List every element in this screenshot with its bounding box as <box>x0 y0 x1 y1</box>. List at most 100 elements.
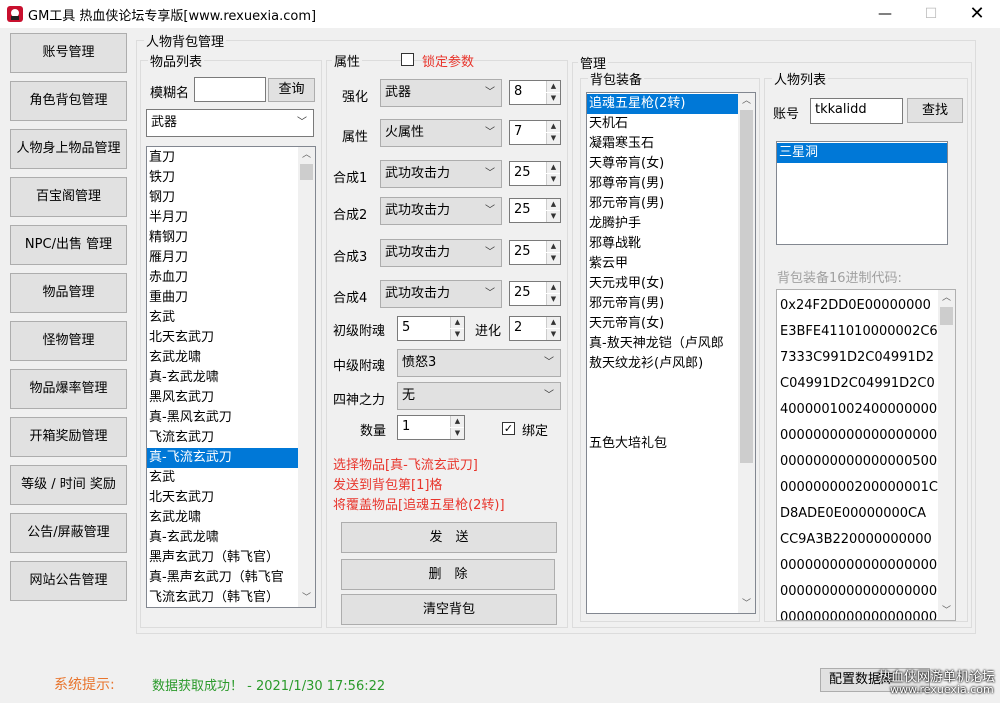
attr-select[interactable]: 火属性 ﹀ <box>380 119 502 147</box>
attr-spinner[interactable]: 8 ▲ ▼ <box>509 80 561 105</box>
scroll-thumb[interactable] <box>940 307 953 325</box>
bag-list-entry[interactable]: 天尊帝肓(女) <box>587 154 755 174</box>
attr-spinner[interactable]: 25 ▲ ▼ <box>509 161 561 186</box>
item-listbox[interactable]: 直刀 铁刀 钢刀 半月刀 精钢刀 雁月刀 赤血刀 重曲刀 玄武 北天玄武刀 玄武龙啸 真-玄武龙啸 黑风… <box>146 146 316 608</box>
lock-checkbox[interactable] <box>401 53 414 66</box>
scroll-thumb[interactable] <box>300 164 313 180</box>
bag-list-entry[interactable]: 五色大培礼包 <box>587 434 755 454</box>
nav-button[interactable]: 物品管理 <box>10 273 127 313</box>
nav-button[interactable]: 账号管理 <box>10 33 127 73</box>
scroll-thumb[interactable] <box>740 110 753 463</box>
spin-down-icon[interactable]: ▼ <box>546 133 560 144</box>
nav-button[interactable]: NPC/出售 管理 <box>10 225 127 265</box>
fuzzy-input[interactable] <box>194 77 266 102</box>
item-list-entry[interactable]: 半月刀 <box>147 208 315 228</box>
scroll-up-icon[interactable]: ︿ <box>738 93 755 110</box>
attr-spinner[interactable]: 25 ▲ ▼ <box>509 281 561 306</box>
spin-up-icon[interactable]: ▲ <box>546 241 560 252</box>
hex-scrollbar[interactable]: ︿ ﹀ <box>938 290 955 620</box>
scroll-down-icon[interactable]: ﹀ <box>938 603 955 620</box>
item-list-entry[interactable]: 飞流玄武刀（韩飞官） <box>147 588 315 607</box>
mid-soul-select[interactable]: 愤怒3 ﹀ <box>397 349 561 377</box>
bag-list-entry[interactable]: 敖天纹龙衫(卢风郎) <box>587 354 755 374</box>
spin-down-icon[interactable]: ▼ <box>546 93 560 104</box>
delete-button[interactable]: 删 除 <box>341 559 555 590</box>
spin-down-icon[interactable]: ▼ <box>450 428 464 439</box>
nav-button[interactable]: 公告/屏蔽管理 <box>10 513 127 553</box>
nav-button[interactable]: 角色背包管理 <box>10 81 127 121</box>
close-icon[interactable]: ✕ <box>954 0 1000 28</box>
spin-down-icon[interactable]: ▼ <box>546 211 560 222</box>
bag-list-entry[interactable] <box>587 414 755 434</box>
spin-up-icon[interactable]: ▲ <box>546 81 560 92</box>
four-gods-select[interactable]: 无 ﹀ <box>397 382 561 410</box>
clear-bag-button[interactable]: 清空背包 <box>341 594 557 625</box>
item-list-entry[interactable]: 精钢刀 <box>147 228 315 248</box>
nav-button[interactable]: 物品爆率管理 <box>10 369 127 409</box>
item-list-entry[interactable]: 重曲刀 <box>147 288 315 308</box>
spin-down-icon[interactable]: ▼ <box>450 329 464 340</box>
send-button[interactable]: 发 送 <box>341 522 557 553</box>
item-list-entry[interactable]: 真-黑风玄武刀 <box>147 408 315 428</box>
bag-list-entry[interactable]: 凝霜寒玉石 <box>587 134 755 154</box>
bag-listbox[interactable]: 追魂五星枪(2转) 天机石 凝霜寒玉石 天尊帝肓(女) 邪尊帝肓(男) 邪元帝肓(男) 龙腾… <box>586 92 756 614</box>
bag-list-entry[interactable]: 天元戎甲(女) <box>587 274 755 294</box>
attr-spinner[interactable]: 25 ▲ ▼ <box>509 240 561 265</box>
bag-list-entry[interactable]: 邪尊帝肓(男) <box>587 174 755 194</box>
item-list-entry[interactable]: 玄武龙啸 <box>147 508 315 528</box>
item-list-entry[interactable]: 赤血刀 <box>147 268 315 288</box>
spin-up-icon[interactable]: ▲ <box>546 162 560 173</box>
item-list-entry[interactable]: 玄武 <box>147 308 315 328</box>
account-input[interactable]: tkkalidd <box>810 98 903 124</box>
item-list-entry[interactable]: 直刀 <box>147 148 315 168</box>
bag-list-entry[interactable]: 追魂五星枪(2转) <box>587 94 755 114</box>
spin-down-icon[interactable]: ▼ <box>546 253 560 264</box>
item-list-entry[interactable]: 黑声玄武刀（韩飞官） <box>147 548 315 568</box>
bag-list-entry[interactable] <box>587 394 755 414</box>
nav-button[interactable]: 百宝阁管理 <box>10 177 127 217</box>
attr-select[interactable]: 武功攻击力 ﹀ <box>380 197 502 225</box>
item-list-entry[interactable]: 玄武 <box>147 468 315 488</box>
bag-list-entry[interactable]: 邪元帝肓(男) <box>587 194 755 214</box>
bag-list-entry[interactable]: 邪元帝肓(男) <box>587 294 755 314</box>
spin-up-icon[interactable]: ▲ <box>546 199 560 210</box>
item-list-entry[interactable]: 铁刀 <box>147 168 315 188</box>
item-list-entry[interactable]: 钢刀 <box>147 188 315 208</box>
bag-list-entry[interactable] <box>587 374 755 394</box>
spin-up-icon[interactable]: ▲ <box>546 121 560 132</box>
bag-list-entry[interactable]: 紫云甲 <box>587 254 755 274</box>
spin-up-icon[interactable]: ▲ <box>450 416 464 427</box>
char-listbox[interactable]: 三星洞 <box>776 141 948 245</box>
item-list-entry[interactable]: 飞流玄武刀 <box>147 428 315 448</box>
attr-select[interactable]: 武功攻击力 ﹀ <box>380 160 502 188</box>
spin-up-icon[interactable]: ▲ <box>546 282 560 293</box>
junior-soul-spinner[interactable]: 5 ▲ ▼ <box>397 316 465 341</box>
attr-select[interactable]: 武功攻击力 ﹀ <box>380 280 502 308</box>
bag-list-entry[interactable]: 天元帝肓(女) <box>587 314 755 334</box>
spin-up-icon[interactable]: ▲ <box>450 317 464 328</box>
item-list-entry[interactable]: 真-黑声玄武刀（韩飞官 <box>147 568 315 588</box>
item-list-entry[interactable]: 北天玄武刀 <box>147 488 315 508</box>
spin-up-icon[interactable]: ▲ <box>546 317 560 328</box>
char-list-entry[interactable]: 三星洞 <box>777 143 947 163</box>
item-list-entry[interactable]: 真-飞流玄武刀 <box>147 448 315 468</box>
hex-textbox[interactable]: 0x24F2DD0E00000000 E3BFE411010000002C6 733… <box>776 289 956 621</box>
attr-spinner[interactable]: 25 ▲ ▼ <box>509 198 561 223</box>
find-button[interactable]: 查找 <box>907 98 963 123</box>
attr-select[interactable]: 武功攻击力 ﹀ <box>380 239 502 267</box>
scroll-down-icon[interactable]: ﹀ <box>298 590 315 607</box>
nav-button[interactable]: 怪物管理 <box>10 321 127 361</box>
evolve-spinner[interactable]: 2 ▲ ▼ <box>509 316 561 341</box>
bag-list-entry[interactable]: 邪尊战靴 <box>587 234 755 254</box>
item-list-entry[interactable]: 玄武龙啸 <box>147 348 315 368</box>
attr-select[interactable]: 武器 ﹀ <box>380 79 502 107</box>
bag-list-entry[interactable]: 龙腾护手 <box>587 214 755 234</box>
attr-spinner[interactable]: 7 ▲ ▼ <box>509 120 561 145</box>
scroll-down-icon[interactable]: ﹀ <box>738 596 755 613</box>
nav-button[interactable]: 开箱奖励管理 <box>10 417 127 457</box>
bind-checkbox[interactable]: ✓ <box>502 422 515 435</box>
spin-down-icon[interactable]: ▼ <box>546 329 560 340</box>
scroll-up-icon[interactable]: ︿ <box>298 147 315 164</box>
item-list-scrollbar[interactable]: ︿ ﹀ <box>298 147 315 607</box>
bag-list-scrollbar[interactable]: ︿ ﹀ <box>738 93 755 613</box>
